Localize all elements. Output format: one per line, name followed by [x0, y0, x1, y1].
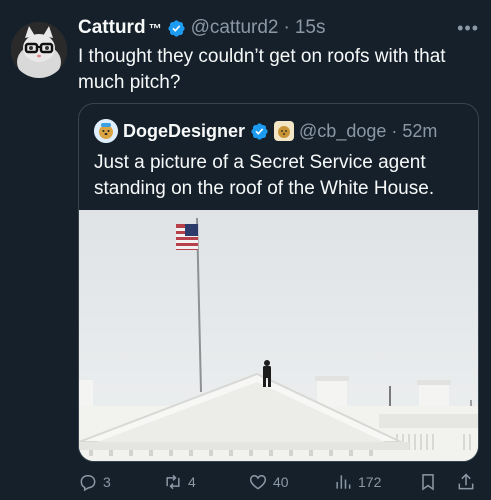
share-button[interactable]: [456, 470, 476, 494]
like-count: 40: [273, 474, 289, 490]
trademark-symbol: ™: [148, 20, 162, 36]
separator-dot: ·: [391, 120, 398, 141]
verified-badge-icon: [167, 19, 185, 37]
view-count: 172: [358, 474, 382, 490]
reply-icon: [80, 475, 96, 492]
bookmark-button[interactable]: [418, 470, 438, 494]
views-button[interactable]: 172: [333, 470, 381, 494]
cat-avatar-image: [11, 22, 67, 78]
quoted-tweet-header: DogeDesigner @cb_doge · 52m: [94, 119, 437, 143]
author-avatar[interactable]: [11, 22, 67, 78]
repost-icon: [166, 474, 180, 490]
doge-avatar-image: [94, 119, 118, 143]
quoted-author-handle[interactable]: @cb_doge: [299, 121, 386, 142]
repost-button[interactable]: 4: [163, 470, 196, 494]
quoted-tweet-text: Just a picture of a Secret Service agent…: [94, 152, 435, 199]
analytics-bars-icon: [336, 475, 351, 489]
quoted-author-name[interactable]: DogeDesigner: [123, 121, 245, 142]
white-house-photo[interactable]: [79, 210, 479, 462]
author-handle[interactable]: @catturd2: [191, 17, 279, 39]
more-dots-icon[interactable]: •••: [457, 18, 479, 39]
repost-count: 4: [188, 474, 196, 490]
tweet-action-bar: 3 4 40 172: [78, 470, 481, 494]
heart-icon: [249, 474, 267, 490]
tweet-header: Catturd ™ @catturd2 · 15s: [78, 17, 325, 39]
american-flag-icon: [176, 224, 198, 250]
bookmark-icon: [422, 474, 434, 491]
like-button[interactable]: 40: [248, 470, 289, 494]
separator-dot: ·: [283, 17, 290, 38]
reply-button[interactable]: 3: [78, 470, 111, 494]
quoted-tweet[interactable]: DogeDesigner @cb_doge · 52m Just a pictu…: [78, 103, 479, 462]
quoted-tweet-timestamp[interactable]: 52m: [402, 121, 437, 142]
doge-affiliate-badge-icon: [274, 121, 295, 141]
tweet-timestamp[interactable]: 15s: [295, 17, 326, 39]
tweet-text: I thought they couldn’t get on roofs wit…: [78, 46, 446, 93]
author-name[interactable]: Catturd: [78, 17, 146, 39]
share-icon: [458, 473, 474, 490]
verified-badge-icon: [251, 122, 268, 140]
quoted-author-avatar[interactable]: [94, 119, 118, 143]
reply-count: 3: [103, 474, 111, 490]
